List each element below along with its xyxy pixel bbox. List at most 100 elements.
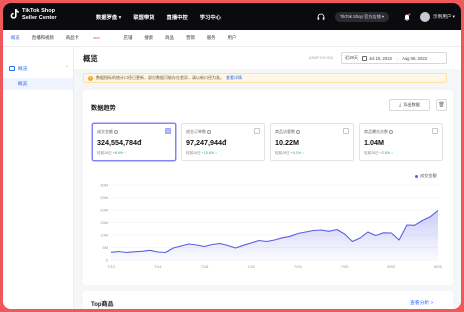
subnav-shop[interactable]: 店铺 — [124, 35, 133, 41]
metric-checkbox[interactable] — [165, 128, 171, 134]
metric-label: 成交订单数 — [186, 129, 206, 134]
trash-icon[interactable]: 🗑 — [436, 99, 447, 111]
x-tick-label: 8/03 — [387, 264, 396, 269]
metric-checkbox[interactable] — [432, 128, 438, 134]
view-analysis-link[interactable]: 查看分析 > — [410, 299, 433, 306]
metric-change: +8.9% ↑ — [112, 151, 126, 155]
top-bar: TikTok Shop Seller Center 数据罗盘 ▾ 联盟带货 直播… — [3, 3, 461, 30]
question-icon — [296, 129, 300, 134]
notice-banner: ! 数据指标的统计口径已更新，部分数据可能存在差异，请以新口径为准。 查看详情 — [83, 73, 447, 83]
sidebar-group-overview[interactable]: 概览 ⌃ — [9, 63, 69, 73]
legend-dot — [415, 174, 418, 178]
date-start: Jul 10, 2023 — [369, 55, 392, 61]
export-data-button[interactable]: ⤓ 导出数据 — [389, 99, 430, 111]
metric-label: 商品访客数 — [275, 129, 295, 134]
x-tick-label: 7/18 — [201, 264, 210, 269]
notice-link[interactable]: 查看详情 — [226, 75, 242, 81]
top-products-card: Top商品 查看分析 > — [83, 291, 453, 309]
y-tick-label: 20M — [100, 207, 108, 212]
metric-label: 商品曝光次数 — [364, 129, 388, 134]
brand-logo[interactable]: TikTok Shop Seller Center — [10, 8, 57, 21]
metric-value: 1.04M — [364, 138, 384, 147]
subnav-product-card[interactable]: 商品卡 new — [66, 35, 112, 41]
y-tick-label: 25M — [100, 195, 108, 200]
top-nav: 数据罗盘 ▾ 联盟带货 直播中控 学习中心 — [96, 3, 233, 30]
y-tick-label: 30M — [100, 182, 108, 187]
metric-card-gmv[interactable]: 成交金额 324,554,784đ 较前28日+8.9% ↑ — [92, 123, 176, 161]
metric-label: 成交金额 — [97, 129, 113, 134]
trend-title: 数据趋势 — [91, 105, 116, 112]
metric-compare-label: 较前28日 — [275, 151, 290, 155]
chart-legend[interactable]: 成交金额 — [415, 173, 437, 179]
topnav-learning[interactable]: 学习中心 — [200, 13, 221, 21]
legend-label: 成交金额 — [420, 173, 437, 178]
question-icon — [389, 129, 393, 134]
subnav-search[interactable]: 搜索 — [144, 35, 153, 41]
date-range-picker[interactable]: 近28天 Jul 10, 2023 → Aug 06, 2023 — [341, 52, 447, 64]
download-icon: ⤓ — [399, 102, 402, 108]
topnav-affiliate[interactable]: 联盟带货 — [133, 13, 154, 21]
topnav-data-compass[interactable]: 数据罗盘 ▾ — [96, 13, 121, 21]
trend-chart: 0 5M 10M 15M 20M 25M 30M 7/10 7/14 7/18 7/22 7/26 7/… — [83, 182, 453, 285]
x-tick-label: 7/26 — [294, 264, 303, 269]
calendar-icon — [362, 55, 368, 61]
metric-value: 324,554,784đ — [97, 138, 142, 147]
timezone-label: (GMT+07:00) — [309, 55, 333, 60]
shop-selector[interactable]: TikTok Shop 官方店铺 ▾ — [334, 11, 390, 22]
metric-compare-label: 较前28日 — [97, 151, 112, 155]
avatar[interactable] — [420, 11, 431, 22]
date-end: Aug 06, 2023 — [402, 55, 427, 61]
metric-change: +10.6% ↑ — [201, 151, 217, 155]
sidebar: 概览 ⌃ 概览 — [3, 47, 74, 309]
x-tick-label: 7/22 — [247, 264, 256, 269]
metric-card-impressions[interactable]: 商品曝光次数 1.04M 较前28日+2.8% ↑ — [359, 123, 443, 161]
subnav-overview[interactable]: 概览 — [11, 35, 20, 41]
topnav-live-control[interactable]: 直播中控 — [167, 13, 188, 21]
x-tick-label: 7/10 — [107, 264, 116, 269]
x-tick-label: 8/06 — [434, 264, 443, 269]
metric-change: +2.8% ↑ — [379, 151, 393, 155]
page-header: 概览 (GMT+07:00) 近28天 Jul 10, 2023 → Aug 0… — [74, 47, 461, 69]
subnav-marketing[interactable]: 营销 — [186, 35, 195, 41]
metric-card-visitors[interactable]: 商品访客数 10.22M 较前28日+4.1% ↑ — [270, 123, 354, 161]
arrow-right-icon: → — [394, 55, 400, 61]
sidebar-group-label: 概览 — [18, 66, 28, 72]
notice-text: 数据指标的统计口径已更新，部分数据可能存在差异，请以新口径为准。 — [96, 75, 224, 80]
bell-icon[interactable] — [403, 12, 411, 21]
chevron-up-icon: ⌃ — [65, 65, 69, 70]
page-title: 概览 — [83, 54, 98, 63]
new-badge: new — [92, 36, 100, 40]
metric-compare-label: 较前28日 — [186, 151, 201, 155]
y-tick-label: 10M — [100, 232, 108, 237]
metric-change: +4.1% ↑ — [290, 151, 304, 155]
metric-checkbox[interactable] — [254, 128, 260, 134]
y-tick-label: 5M — [102, 245, 108, 250]
y-tick-label: 0 — [106, 257, 109, 262]
subnav-live-video[interactable]: 直播和视频 — [32, 35, 54, 41]
subnav-service[interactable]: 服务 — [207, 35, 216, 41]
date-range-prefix: 近28天 — [345, 55, 359, 60]
sidebar-item-overview[interactable]: 概览 — [3, 78, 73, 90]
trend-card: 数据趋势 ⤓ 导出数据 🗑 成交金额 324,554,784đ 较前28日+8.… — [83, 90, 453, 285]
export-label: 导出数据 — [403, 102, 420, 107]
brand-name-line2: Seller Center — [22, 14, 57, 21]
subnav-products[interactable]: 商品 — [165, 35, 174, 41]
app-window: TikTok Shop Seller Center 数据罗盘 ▾ 联盟带货 直播… — [3, 3, 461, 309]
metric-card-orders[interactable]: 成交订单数 97,247,944đ 较前28日+10.6% ↑ — [181, 123, 265, 161]
trend-chart-svg: 0 5M 10M 15M 20M 25M 30M 7/10 7/14 7/18 7/22 7/26 7/… — [100, 182, 443, 269]
user-name[interactable]: 示例用户 ▾ — [433, 14, 455, 20]
subnav-product-card-label: 商品卡 — [65, 35, 79, 40]
headset-icon[interactable] — [317, 13, 325, 21]
sub-nav: 概览 直播和视频 商品卡 new 店铺 搜索 商品 营销 服务 用户 — [3, 30, 461, 47]
metric-checkbox[interactable] — [343, 128, 349, 134]
question-icon — [207, 129, 211, 134]
top-right-tools: TikTok Shop 官方店铺 ▾ 示例用户 ▾ — [317, 3, 455, 30]
y-tick-label: 15M — [100, 220, 108, 225]
main-content: 概览 (GMT+07:00) 近28天 Jul 10, 2023 → Aug 0… — [74, 47, 461, 309]
x-tick-label: 7/30 — [341, 264, 350, 269]
tiktok-logo-icon — [10, 9, 19, 20]
grid-icon — [9, 65, 15, 71]
x-tick-label: 7/14 — [154, 264, 163, 269]
subnav-users[interactable]: 用户 — [228, 35, 237, 41]
metric-value: 97,247,944đ — [186, 138, 227, 147]
